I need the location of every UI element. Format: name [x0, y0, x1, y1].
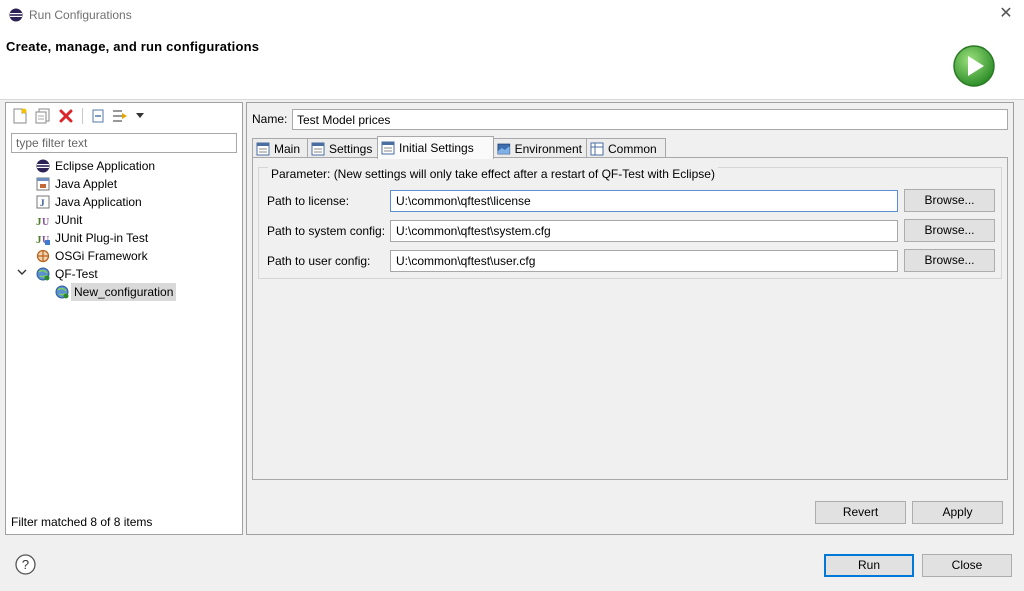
- tab-common[interactable]: Common: [586, 138, 666, 158]
- parameter-group: Parameter: (New settings will only take …: [258, 167, 1002, 279]
- browse-user-config-button[interactable]: Browse...: [904, 249, 995, 272]
- junit-icon: JU: [36, 216, 49, 227]
- tab-label: Environment: [514, 141, 582, 156]
- tab-settings[interactable]: Settings: [307, 138, 378, 158]
- apply-button[interactable]: Apply: [912, 501, 1003, 524]
- tree-item-qf-test[interactable]: QF-Test: [6, 265, 242, 283]
- license-path-input[interactable]: [390, 190, 898, 212]
- tree-item-eclipse-application[interactable]: Eclipse Application: [6, 157, 242, 175]
- browse-license-button[interactable]: Browse...: [904, 189, 995, 212]
- junit-plugin-icon: JU: [36, 234, 50, 245]
- java-application-icon: J: [36, 195, 50, 209]
- tab-label: Common: [608, 141, 657, 156]
- run-button[interactable]: Run: [824, 554, 914, 577]
- close-window-icon[interactable]: ✕: [996, 3, 1016, 25]
- system-config-path-input[interactable]: [390, 220, 898, 242]
- collapse-all-icon[interactable]: [88, 106, 108, 126]
- tree-item-java-application[interactable]: J Java Application: [6, 193, 242, 211]
- new-configuration-icon[interactable]: [10, 106, 30, 126]
- tree-item-junit-plugin-test[interactable]: JU JUnit Plug-in Test: [6, 229, 242, 247]
- view-menu-icon[interactable]: [134, 106, 146, 126]
- name-input[interactable]: [292, 109, 1008, 130]
- tree-item-label: New_configuration: [71, 283, 177, 301]
- toolbar-separator: [82, 108, 83, 124]
- revert-button[interactable]: Revert: [815, 501, 906, 524]
- settings-tab-icon: [311, 142, 325, 155]
- tab-initial-settings[interactable]: Initial Settings: [377, 136, 494, 159]
- run-icon: [953, 45, 995, 87]
- window-title: Run Configurations: [29, 8, 132, 22]
- tree-item-label: OSGi Framework: [55, 249, 148, 263]
- tree-item-label: Java Application: [55, 195, 142, 209]
- name-label: Name:: [252, 112, 288, 126]
- close-button[interactable]: Close: [922, 554, 1012, 577]
- qftest-icon: [36, 267, 50, 281]
- tree-item-label: JUnit Plug-in Test: [55, 231, 149, 245]
- tree-item-osgi-framework[interactable]: OSGi Framework: [6, 247, 242, 265]
- svg-text:?: ?: [22, 557, 29, 572]
- parameter-group-title: Parameter: (New settings will only take …: [268, 167, 718, 181]
- filter-icon[interactable]: [111, 106, 131, 126]
- browse-system-config-button[interactable]: Browse...: [904, 219, 995, 242]
- common-tab-icon: [590, 142, 604, 155]
- tab-label: Main: [274, 141, 301, 156]
- java-applet-icon: [36, 177, 50, 191]
- help-icon[interactable]: ?: [15, 554, 36, 575]
- main-tab-icon: [256, 142, 270, 155]
- configuration-toolbar: [10, 106, 149, 126]
- tree-item-label: Java Applet: [55, 177, 118, 191]
- tree-item-label: QF-Test: [55, 267, 98, 281]
- tab-label: Initial Settings: [399, 141, 474, 155]
- tree-item-label: JUnit: [55, 213, 83, 227]
- tree-item-new-configuration[interactable]: New_configuration: [6, 283, 242, 301]
- tree-item-junit[interactable]: JU JUnit: [6, 211, 242, 229]
- dialog-heading: Create, manage, and run configurations: [6, 39, 260, 54]
- filter-status: Filter matched 8 of 8 items: [11, 515, 153, 529]
- tree-item-label: Eclipse Application: [55, 159, 156, 173]
- configuration-editor: Name: Main Settings Initial Settings Env…: [246, 102, 1014, 535]
- user-config-path-label: Path to user config:: [267, 254, 371, 268]
- eclipse-icon: [36, 159, 50, 173]
- configuration-tree: Eclipse Application Java Applet J Java A…: [6, 157, 242, 301]
- license-path-label: Path to license:: [267, 194, 350, 208]
- delete-icon[interactable]: [56, 106, 76, 126]
- tab-environment[interactable]: Environment: [493, 138, 587, 158]
- configuration-list-panel: Eclipse Application Java Applet J Java A…: [5, 102, 243, 535]
- svg-text:U: U: [42, 217, 49, 227]
- duplicate-icon[interactable]: [33, 106, 53, 126]
- osgi-icon: [36, 249, 50, 263]
- initial-settings-panel: Parameter: (New settings will only take …: [252, 157, 1008, 480]
- svg-text:J: J: [40, 198, 45, 208]
- tab-main[interactable]: Main: [252, 138, 308, 158]
- expand-chevron-icon[interactable]: [16, 265, 28, 283]
- title-bar: Run Configurations ✕: [0, 0, 1024, 30]
- dialog-banner: Create, manage, and run configurations: [0, 30, 1024, 100]
- eclipse-icon: [9, 8, 23, 22]
- tree-item-java-applet[interactable]: Java Applet: [6, 175, 242, 193]
- qftest-config-icon: [55, 285, 69, 299]
- filter-input[interactable]: [11, 133, 237, 153]
- system-config-path-label: Path to system config:: [267, 224, 386, 238]
- initial-settings-tab-icon: [381, 141, 395, 155]
- user-config-path-input[interactable]: [390, 250, 898, 272]
- environment-tab-icon: [497, 143, 511, 154]
- tab-label: Settings: [329, 141, 373, 156]
